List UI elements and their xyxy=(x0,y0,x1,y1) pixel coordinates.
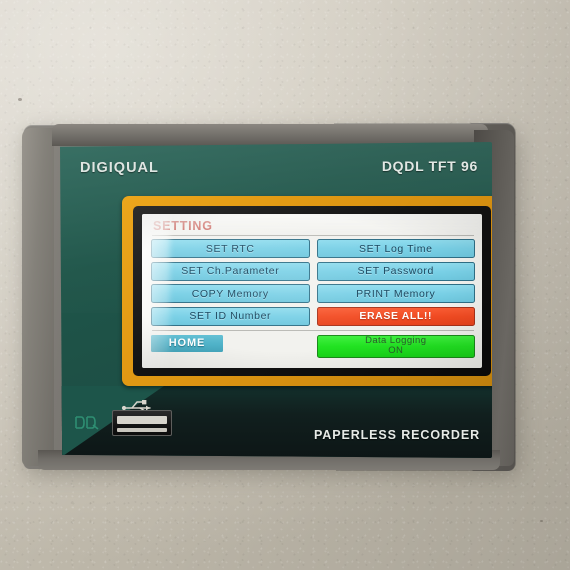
usb-slot xyxy=(117,416,167,424)
data-logging-state: ON xyxy=(388,345,404,356)
device-lower-panel: PAPERLESS RECORDER xyxy=(60,386,492,458)
bottom-divider xyxy=(152,329,474,331)
bezel-left-edge xyxy=(22,128,54,466)
screen-orange-frame: SETTING SET RTC SET Log Time SET Ch.Para… xyxy=(122,196,492,386)
device-faceplate: DIGIQUAL DQDL TFT 96 PAPERLESS RECORDER … xyxy=(60,142,492,458)
data-logging-status-button[interactable]: Data Logging ON xyxy=(316,334,475,358)
screen-footer-row: HOME Data Logging ON xyxy=(151,334,475,358)
button-set-log-time[interactable]: SET Log Time xyxy=(316,239,475,258)
button-print-memory[interactable]: PRINT Memory xyxy=(316,284,475,303)
paperless-recorder-device: DIGIQUAL DQDL TFT 96 PAPERLESS RECORDER … xyxy=(22,123,516,471)
button-set-ch-parameter[interactable]: SET Ch.Parameter xyxy=(151,261,310,281)
dq-logo-icon xyxy=(74,415,100,430)
wall-speck xyxy=(18,98,22,101)
lcd-content: SETTING SET RTC SET Log Time SET Ch.Para… xyxy=(142,214,482,368)
title-divider xyxy=(152,235,474,236)
screen-inner-bezel: SETTING SET RTC SET Log Time SET Ch.Para… xyxy=(133,206,491,376)
model-label: DQDL TFT 96 xyxy=(381,158,478,174)
button-home[interactable]: HOME xyxy=(151,334,223,352)
page-title: SETTING xyxy=(153,219,213,233)
button-set-rtc[interactable]: SET RTC xyxy=(151,239,310,258)
usb-icon xyxy=(120,397,160,412)
device-type-label: PAPERLESS RECORDER xyxy=(314,428,480,442)
screenshot-root: DIGIQUAL DQDL TFT 96 PAPERLESS RECORDER … xyxy=(0,0,570,570)
button-erase-all[interactable]: ERASE ALL!! xyxy=(316,306,475,326)
settings-button-grid: SET RTC SET Log Time SET Ch.Parameter SE… xyxy=(151,239,475,326)
button-set-id-number[interactable]: SET ID Number xyxy=(151,306,310,326)
bezel-top-edge xyxy=(52,124,488,146)
usb-port xyxy=(112,400,172,436)
button-set-password[interactable]: SET Password xyxy=(316,261,475,281)
wall-speck xyxy=(540,520,543,522)
lcd-screen: SETTING SET RTC SET Log Time SET Ch.Para… xyxy=(142,214,482,368)
usb-lower-bar xyxy=(117,428,167,432)
button-copy-memory[interactable]: COPY Memory xyxy=(151,284,310,303)
brand-label: DIGIQUAL xyxy=(80,160,159,176)
